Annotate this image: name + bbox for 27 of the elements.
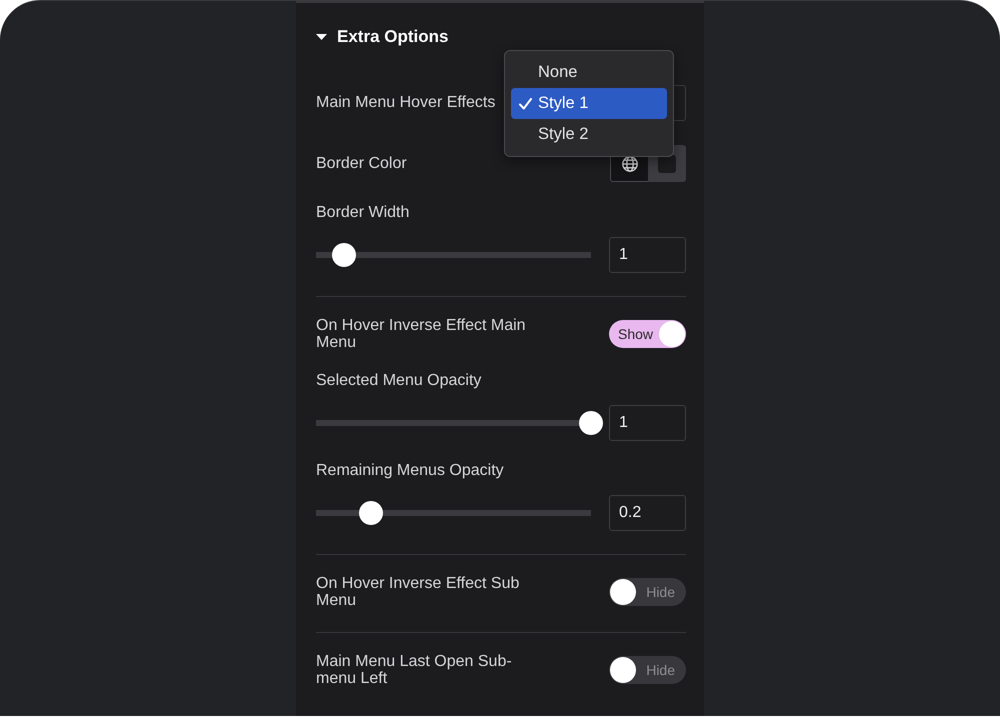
number-input[interactable]: 1 [609, 237, 686, 273]
checkmark-icon [519, 98, 532, 110]
field-label: Selected Menu Opacity [316, 372, 482, 390]
field-label: On Hover Inverse Effect Sub Menu [316, 575, 520, 609]
slider-thumb[interactable] [359, 501, 383, 525]
menu-option[interactable]: Style 2 [511, 119, 667, 150]
field-label: On Hover Inverse Effect Main Menu [316, 317, 527, 351]
toggle-knob-icon [610, 579, 636, 605]
slider-thumb[interactable] [579, 411, 603, 435]
field-label: Remaining Menus Opacity [316, 462, 504, 480]
field-label: Main Menu Hover Effects [316, 94, 496, 112]
toggle-knob-icon [610, 657, 636, 683]
field-label: Border Color [316, 154, 407, 172]
menu-option[interactable]: Style 1 [511, 88, 667, 119]
number-input[interactable]: 1 [609, 405, 686, 441]
section-header[interactable]: Extra Options [316, 27, 448, 47]
number-input[interactable]: 0.2 [609, 495, 686, 531]
menu-option[interactable]: None [511, 57, 667, 88]
toggle-switch[interactable]: Hide [609, 578, 686, 606]
field-label: Main Menu Last Open Sub-menu Left [316, 653, 513, 687]
field-label: Border Width [316, 204, 410, 222]
caret-icon [316, 34, 327, 40]
slider-thumb[interactable] [332, 243, 356, 267]
toggle-switch[interactable]: Show [609, 320, 686, 348]
globe-icon [622, 156, 638, 172]
toggle-knob-icon [659, 321, 685, 347]
toggle-switch[interactable]: Hide [609, 656, 686, 684]
